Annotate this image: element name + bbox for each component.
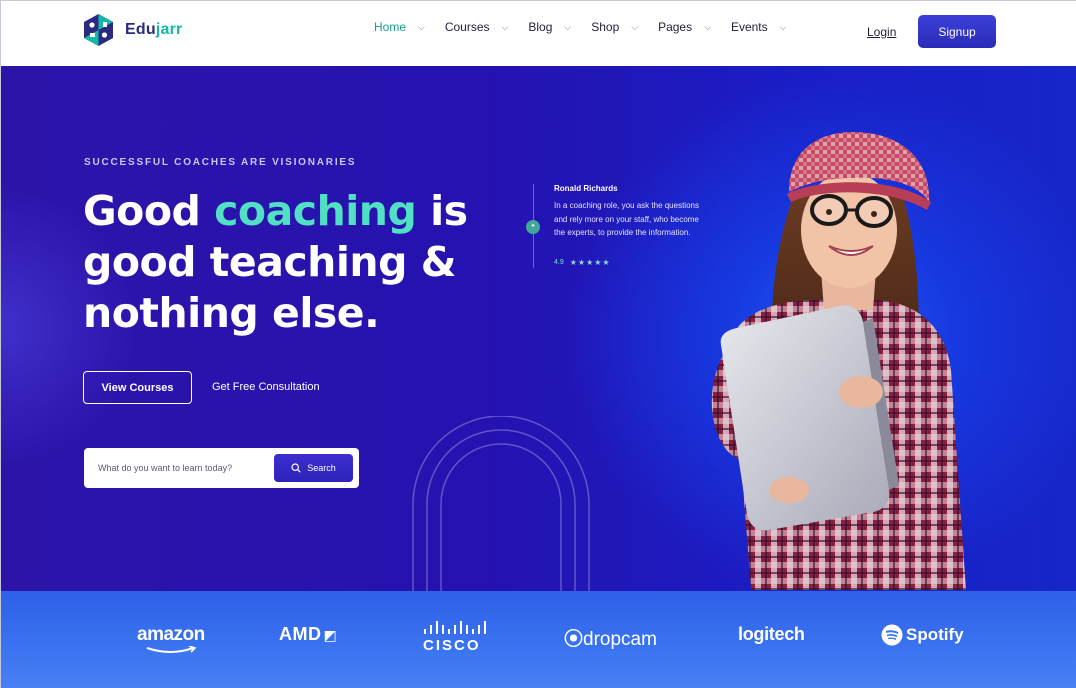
- view-courses-button[interactable]: View Courses: [83, 371, 192, 404]
- chevron-down-icon: ⌵: [704, 21, 711, 32]
- course-search-input[interactable]: [98, 457, 268, 479]
- hero-section: SUCCESSFUL COACHES ARE VISIONARIES Good …: [0, 66, 1076, 591]
- course-search-box: Search: [84, 448, 359, 488]
- signup-button[interactable]: Signup: [918, 15, 996, 48]
- testimonial-rating: 4.9 ★★★★★: [554, 258, 611, 267]
- brand-logo-spotify: Spotify: [881, 624, 964, 646]
- nav-item-pages[interactable]: Pages ⌵: [658, 20, 711, 34]
- search-icon: [291, 463, 301, 473]
- headline-highlight: coaching: [214, 187, 417, 235]
- logo-text: Edujarr: [125, 21, 183, 38]
- hero-headline: Good coaching is good teaching & nothing…: [83, 187, 468, 337]
- testimonial-text: In a coaching role, you ask the question…: [554, 201, 699, 237]
- brand-logo-amazon: amazon: [137, 624, 205, 653]
- search-button[interactable]: Search: [274, 454, 353, 482]
- quote-icon: ❝: [526, 220, 540, 234]
- chevron-down-icon: ⌵: [501, 21, 509, 32]
- nav-item-home[interactable]: Home ⌵: [374, 20, 425, 34]
- chevron-down-icon: ⌵: [564, 21, 572, 32]
- partner-logos: amazon AMD ◩ CISCO ⦿dropcam logitech Spot…: [0, 591, 1076, 688]
- logo-icon: [82, 13, 115, 47]
- login-link[interactable]: Login: [867, 25, 896, 39]
- brand-logo-dropcam: ⦿dropcam: [564, 629, 657, 650]
- nav-item-events[interactable]: Events ⌵: [731, 20, 787, 34]
- testimonial-author: Ronald Richards: [554, 184, 618, 193]
- chevron-down-icon: ⌵: [779, 21, 787, 32]
- rating-value: 4.9: [554, 259, 564, 266]
- student-photo: [711, 132, 966, 590]
- decorative-arch: [412, 416, 590, 591]
- nav-item-courses[interactable]: Courses ⌵: [445, 20, 509, 34]
- nav-item-blog[interactable]: Blog ⌵: [528, 20, 571, 34]
- hero-eyebrow: SUCCESSFUL COACHES ARE VISIONARIES: [84, 157, 357, 168]
- brand-logo-amd: AMD ◩: [279, 624, 338, 644]
- star-rating-icon: ★★★★★: [569, 258, 611, 267]
- site-header: Edujarr Home ⌵ Courses ⌵ Blog ⌵ Shop ⌵ Pages…: [0, 0, 1076, 66]
- chevron-down-icon: ⌵: [418, 21, 425, 32]
- chevron-down-icon: ⌵: [631, 21, 639, 32]
- brand-logo-logitech: logitech: [738, 624, 805, 644]
- free-consultation-link[interactable]: Get Free Consultation: [212, 381, 320, 393]
- logo[interactable]: Edujarr: [82, 13, 182, 47]
- main-nav: Home ⌵ Courses ⌵ Blog ⌵ Shop ⌵ Pages ⌵ Events…: [374, 20, 806, 34]
- nav-item-shop[interactable]: Shop ⌵: [591, 20, 638, 34]
- brand-logo-cisco: CISCO: [423, 621, 487, 654]
